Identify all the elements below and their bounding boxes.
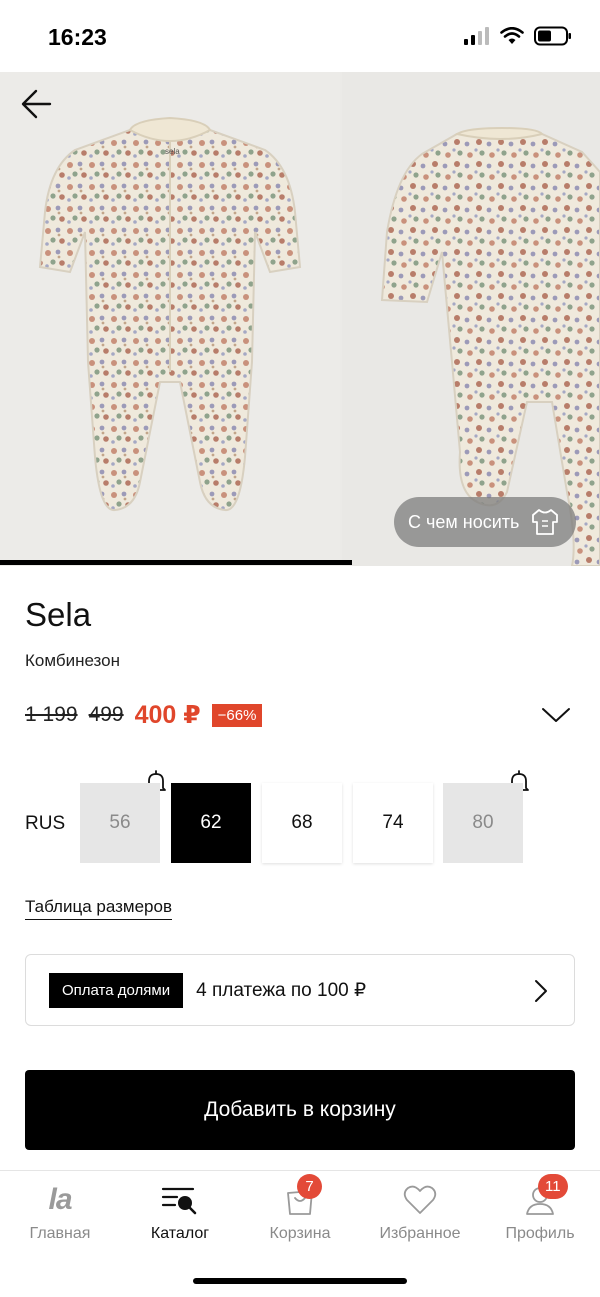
tab-cart[interactable]: 7 Корзина: [240, 1174, 360, 1251]
original-price: 1 199: [25, 703, 78, 726]
size-table-link[interactable]: Таблица размеров: [25, 897, 172, 920]
product-photo-front[interactable]: sela: [0, 72, 340, 566]
catalog-search-icon: [161, 1187, 197, 1215]
cellular-signal-icon: [464, 27, 489, 45]
wifi-icon: [500, 27, 524, 44]
size-option-56[interactable]: 56: [80, 783, 160, 863]
outfit-button-label: С чем носить: [408, 511, 520, 532]
size-value: 62: [200, 812, 222, 833]
product-type: Комбинезон: [25, 651, 121, 670]
tab-label: Каталог: [150, 1225, 210, 1242]
status-bar: 16:23: [0, 0, 600, 72]
chevron-right-icon: [535, 980, 547, 1002]
onesie-front-image: sela: [38, 116, 302, 512]
tab-favorites[interactable]: Избранное: [360, 1179, 480, 1251]
battery-icon: [534, 26, 571, 46]
size-option-62[interactable]: 62: [171, 783, 251, 863]
tab-label: Избранное: [379, 1225, 461, 1242]
clothes-hanger-icon: [532, 509, 559, 535]
tab-label: Профиль: [505, 1225, 575, 1242]
label-tag: sela: [165, 147, 180, 156]
tab-label: Главная: [29, 1225, 91, 1242]
tab-catalog[interactable]: Каталог: [120, 1179, 240, 1251]
size-option-68[interactable]: 68: [262, 783, 342, 863]
tab-home[interactable]: la Главная: [0, 1179, 120, 1251]
previous-price: 499: [88, 703, 124, 726]
outfit-suggestions-button[interactable]: С чем носить: [394, 497, 576, 547]
add-to-cart-button[interactable]: Добавить в корзину: [25, 1070, 575, 1150]
installment-payment-card[interactable]: Оплата долями 4 платежа по 100 ₽: [25, 954, 575, 1026]
la-logo-icon: la: [48, 1183, 72, 1216]
chevron-down-icon[interactable]: [540, 704, 572, 726]
status-time: 16:23: [48, 24, 107, 50]
product-gallery[interactable]: sela С чем носить: [0, 72, 600, 566]
gallery-progress-bar: [0, 560, 352, 565]
installment-text: 4 платежа по 100 ₽: [196, 979, 367, 1001]
product-photo-back[interactable]: [342, 72, 600, 566]
tab-profile[interactable]: 11 Профиль: [480, 1174, 600, 1251]
size-value: 74: [382, 812, 404, 833]
heart-icon: [403, 1185, 437, 1214]
size-system-label: RUS: [25, 813, 66, 834]
onesie-back-image: [380, 126, 600, 566]
size-value: 80: [472, 812, 494, 833]
size-option-74[interactable]: 74: [353, 783, 433, 863]
back-arrow-icon[interactable]: [18, 86, 58, 122]
status-icons: [464, 26, 572, 46]
current-price: 400 ₽: [134, 701, 201, 729]
profile-notification-badge: 11: [538, 1174, 568, 1199]
tab-label: Корзина: [269, 1225, 331, 1242]
cart-count-badge: 7: [297, 1174, 322, 1199]
installment-badge: Оплата долями: [49, 972, 184, 1008]
brand-name[interactable]: Sela: [25, 596, 91, 634]
size-value: 56: [109, 812, 131, 833]
discount-badge: −66%: [211, 703, 263, 727]
price-row: 1 199 499 400 ₽ −66%: [25, 700, 575, 730]
home-indicator[interactable]: [193, 1278, 407, 1284]
add-to-cart-label: Добавить в корзину: [204, 1098, 396, 1121]
size-option-80[interactable]: 80: [443, 783, 523, 863]
size-value: 68: [291, 812, 313, 833]
